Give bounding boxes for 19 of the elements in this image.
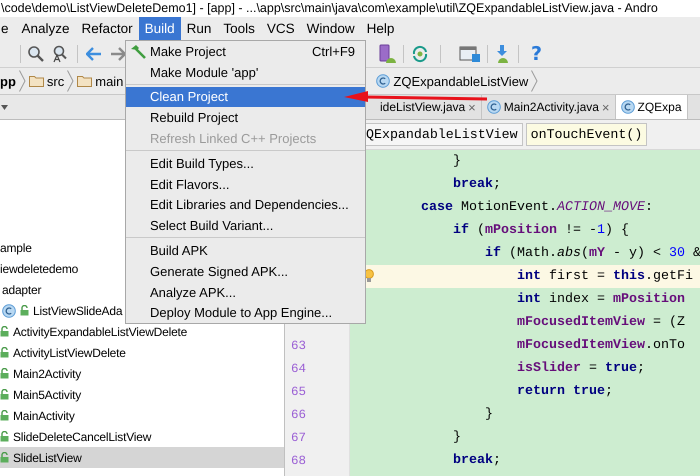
code-line: int index = mPosition xyxy=(516,292,685,307)
code-line: } xyxy=(484,407,493,422)
code-line: mFocusedItemView = (Z xyxy=(516,315,685,330)
code-line: break; xyxy=(452,453,501,468)
line-number: 66 xyxy=(291,408,306,422)
code-line: break; xyxy=(452,177,501,192)
line-number: 64 xyxy=(291,362,306,376)
line-number: 67 xyxy=(291,430,306,444)
code-line: } xyxy=(452,154,461,169)
code-line: if (mPosition != -1) { xyxy=(452,223,629,238)
line-number: 68 xyxy=(291,454,306,468)
code-line: mFocusedItemView.onTo xyxy=(516,338,685,353)
code-line: isSlider = true; xyxy=(516,361,645,376)
code-line: } xyxy=(452,430,461,445)
line-number: 65 xyxy=(291,384,306,398)
line-number: 63 xyxy=(291,338,306,352)
code-line: return true; xyxy=(516,384,613,399)
code-line: int first = this.getFi xyxy=(516,269,693,284)
code-line: case MotionEvent.ACTION_MOVE: xyxy=(420,200,653,215)
